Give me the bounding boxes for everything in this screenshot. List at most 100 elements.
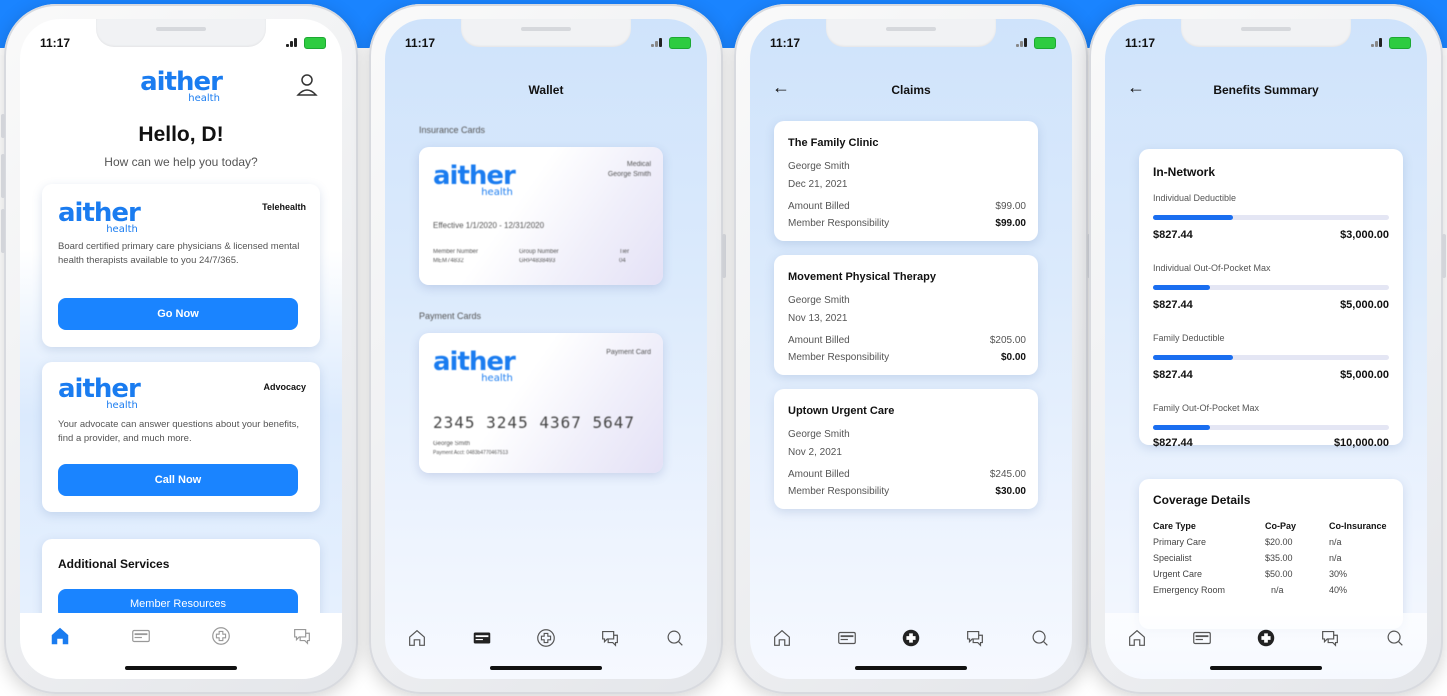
tab-medical[interactable]: [529, 627, 563, 653]
benefit-progress-fill: [1153, 355, 1234, 360]
status-bar: 11:17: [385, 19, 707, 55]
claim-card[interactable]: The Family Clinic George Smith Dec 21, 2…: [774, 121, 1038, 241]
search-icon: [1029, 627, 1051, 654]
telehealth-tag: Telehealth: [262, 202, 306, 212]
card-account: Payment Acct: 0483b4770467513: [433, 450, 509, 456]
profile-icon[interactable]: [296, 73, 318, 102]
benefit-used: $827.44: [1153, 369, 1193, 381]
status-time: 11:17: [405, 36, 436, 50]
tab-medical[interactable]: [204, 625, 238, 651]
tab-wallet[interactable]: [465, 627, 499, 653]
aither-logo: aither health: [58, 374, 141, 411]
card-holder: George Smith: [607, 171, 651, 178]
phone-claims: 11:17 ← Claims The Family Clinic George …: [734, 4, 1091, 694]
co-insurance: n/a: [1329, 553, 1342, 563]
tab-wallet[interactable]: [1185, 627, 1219, 653]
wallet-card-icon: [471, 627, 493, 654]
member-number: MEM74832: [433, 258, 464, 264]
co-insurance: n/a: [1329, 537, 1342, 547]
benefit-max: $3,000.00: [1340, 229, 1389, 241]
tab-home[interactable]: [43, 625, 77, 651]
benefit-progress-fill: [1153, 425, 1210, 430]
claim-date: Nov 13, 2021: [788, 313, 848, 324]
call-now-button[interactable]: Call Now: [58, 464, 298, 496]
insurance-cards-label: Insurance Cards: [419, 125, 486, 135]
claim-date: Dec 21, 2021: [788, 179, 848, 190]
benefit-progress-fill: [1153, 285, 1210, 290]
column-header: Co-Pay: [1265, 521, 1297, 531]
go-now-button[interactable]: Go Now: [58, 298, 298, 330]
co-pay: $20.00: [1265, 537, 1293, 547]
tab-chat[interactable]: [593, 627, 627, 653]
amount-billed: $99.00: [995, 201, 1026, 212]
medical-cross-icon: [210, 625, 232, 652]
benefit-progress-bar: [1153, 425, 1389, 430]
claim-card[interactable]: Movement Physical Therapy George Smith N…: [774, 255, 1038, 375]
search-icon: [664, 627, 686, 654]
co-insurance: 30%: [1329, 569, 1348, 579]
tab-medical[interactable]: [1249, 627, 1283, 653]
in-network-title: In-Network: [1153, 165, 1216, 179]
home-indicator: [490, 666, 602, 670]
tab-chat[interactable]: [1313, 627, 1347, 653]
group-number-label: Group Number: [519, 249, 559, 255]
status-bar: 11:17: [750, 19, 1072, 55]
benefit-max: $5,000.00: [1340, 299, 1389, 311]
benefit-max: $10,000.00: [1333, 437, 1389, 449]
payment-card[interactable]: aither health Payment Card 2345 3245 4367…: [419, 333, 663, 473]
tab-home[interactable]: [1120, 627, 1154, 653]
signal-icon: [651, 38, 665, 47]
battery-icon: [669, 37, 691, 49]
tab-search[interactable]: [1378, 627, 1412, 653]
greeting-subtitle: How can we help you today?: [104, 155, 258, 169]
claim-patient: George Smith: [788, 429, 850, 440]
group-number: GRP4838493: [519, 258, 556, 264]
tab-search[interactable]: [658, 627, 692, 653]
card-type: Payment Card: [606, 349, 651, 356]
chat-icon: [599, 627, 621, 654]
benefit-progress-bar: [1153, 215, 1389, 220]
amount-billed: $245.00: [989, 469, 1026, 480]
claim-card[interactable]: Uptown Urgent Care George Smith Nov 2, 2…: [774, 389, 1038, 509]
tab-wallet[interactable]: [124, 625, 158, 651]
care-type: Urgent Care: [1153, 569, 1203, 579]
care-type: Primary Care: [1153, 537, 1207, 547]
medical-cross-icon: [535, 627, 557, 654]
co-pay: $50.00: [1265, 569, 1293, 579]
tier-value: 04: [619, 258, 626, 264]
medical-cross-icon: [900, 627, 922, 654]
battery-icon: [1034, 37, 1056, 49]
phone-wallet: 11:17 Wallet Insurance Cards aither healt…: [369, 4, 726, 694]
aither-logo: aither health: [433, 347, 516, 384]
tab-home[interactable]: [400, 627, 434, 653]
benefits-screen: 11:17 ← Benefits Summary In-Network Indi…: [1105, 19, 1427, 679]
aither-logo: aither health: [58, 198, 141, 235]
tab-chat[interactable]: [285, 625, 319, 651]
benefit-max: $5,000.00: [1340, 369, 1389, 381]
payment-cards-label: Payment Cards: [419, 311, 482, 321]
insurance-card[interactable]: aither health Medical George Smith Effect…: [419, 147, 663, 285]
tab-search[interactable]: [1023, 627, 1057, 653]
claims-screen: 11:17 ← Claims The Family Clinic George …: [750, 19, 1072, 679]
co-pay: $35.00: [1265, 553, 1293, 563]
card-number: 2345 3245 4367 5647: [433, 413, 636, 432]
battery-icon: [304, 37, 326, 49]
claim-patient: George Smith: [788, 161, 850, 172]
advocacy-tag: Advocacy: [263, 382, 306, 392]
coverage-details-title: Coverage Details: [1153, 493, 1251, 507]
page-title: Benefits Summary: [1213, 83, 1319, 97]
tab-wallet[interactable]: [830, 627, 864, 653]
page-title: Claims: [891, 83, 931, 97]
status-bar: 11:17: [1105, 19, 1427, 55]
telehealth-description: Board certified primary care physicians …: [58, 241, 300, 266]
tab-home[interactable]: [765, 627, 799, 653]
card-effective-date: Effective 1/1/2020 - 12/31/2020: [433, 221, 545, 230]
tab-chat[interactable]: [958, 627, 992, 653]
aither-logo: aither health: [140, 67, 223, 104]
home-icon: [49, 625, 71, 652]
tier-label: Tier: [619, 249, 630, 255]
tab-medical[interactable]: [894, 627, 928, 653]
co-insurance: 40%: [1329, 585, 1348, 595]
home-indicator: [855, 666, 967, 670]
claim-provider: The Family Clinic: [788, 137, 879, 149]
